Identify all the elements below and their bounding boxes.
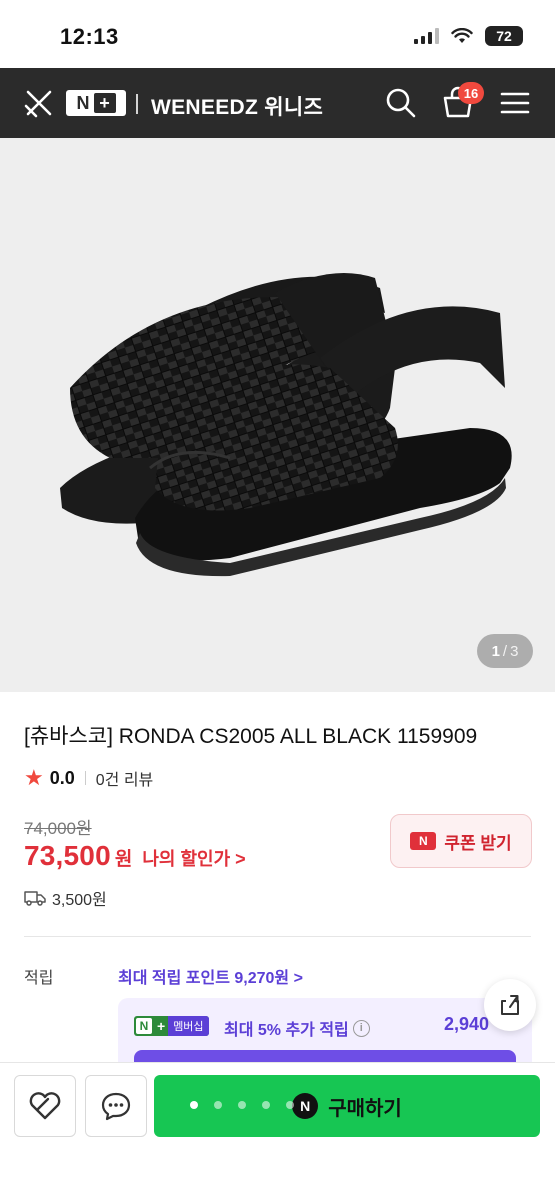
star-icon: ★ — [24, 765, 44, 790]
product-page: 12:13 72 N + WENEEDZ 위니즈 16 1 / 3 [츄바스코]… — [0, 0, 555, 1200]
image-counter-current: 1 — [491, 642, 500, 660]
naver-pay-icon: N — [292, 1093, 319, 1119]
image-counter: 1 / 3 — [477, 634, 533, 668]
buy-label: 구매하기 — [328, 1097, 402, 1120]
my-discount-link[interactable]: 나의 할인가 > — [142, 845, 245, 871]
sandal-image — [60, 273, 512, 577]
image-counter-total: 3 — [510, 642, 519, 660]
badge-plus-icon: + — [157, 1018, 166, 1034]
membership-points: 2,940 — [444, 1014, 490, 1034]
review-count: 0건 리뷰 — [95, 772, 154, 789]
truck-icon — [24, 891, 46, 906]
naver-plus-membership-badge: N + 멤버십 — [134, 1016, 209, 1036]
rating-divider — [84, 771, 86, 785]
page-indicator-dots — [190, 1101, 294, 1109]
wishlist-button[interactable] — [14, 1075, 76, 1137]
chat-icon — [101, 1092, 131, 1121]
price-currency: 원 — [114, 849, 133, 870]
menu-icon[interactable] — [500, 88, 530, 118]
original-price: 74,000원 — [24, 819, 92, 838]
product-title: [츄바스코] RONDA CS2005 ALL BLACK 1159909 — [24, 725, 478, 748]
wifi-icon — [451, 28, 473, 43]
naver-plus-logo: N + — [66, 90, 126, 116]
cart-count-badge: 16 — [458, 82, 484, 104]
rating-row[interactable]: ★ 0.0 0건 리뷰 — [24, 766, 153, 790]
section-divider — [24, 936, 531, 937]
search-icon[interactable] — [384, 86, 418, 120]
max-points-link[interactable]: 최대 적립 포인트 9,270원 > — [118, 964, 303, 988]
coupon-icon: N — [410, 832, 437, 850]
shipping-fee: 3,500원 — [52, 892, 107, 909]
sale-price: 73,500 — [24, 840, 111, 871]
signal-icon — [414, 28, 439, 44]
status-bar: 12:13 72 — [0, 0, 555, 68]
status-time: 12:13 — [60, 24, 119, 49]
membership-text: 최대 5% 추가 적립 i — [224, 1016, 370, 1040]
share-icon — [501, 995, 519, 1015]
bottom-action-bar: N 구매하기 — [0, 1062, 555, 1200]
coupon-label: 쿠폰 받기 — [444, 833, 512, 853]
plus-icon: + — [93, 93, 116, 113]
badge-n: N — [136, 1018, 152, 1034]
heart-icon — [29, 1092, 61, 1120]
points-label: 적립 — [24, 970, 54, 987]
brand-divider — [136, 94, 138, 114]
rating-value: 0.0 — [49, 767, 75, 788]
price-row: 73,500 원 나의 할인가 > — [24, 840, 246, 872]
coupon-button[interactable]: N 쿠폰 받기 — [390, 814, 532, 868]
talk-button[interactable] — [85, 1075, 147, 1137]
store-name[interactable]: WENEEDZ 위니즈 — [151, 91, 323, 121]
product-image-gallery[interactable]: 1 / 3 — [0, 138, 555, 692]
membership-text-label: 최대 5% 추가 적립 — [224, 1022, 349, 1039]
battery-icon: 72 — [485, 26, 523, 46]
shipping-row: 3,500원 — [24, 886, 107, 910]
logo-n: N — [76, 92, 90, 113]
share-button[interactable] — [484, 979, 536, 1031]
image-counter-separator: / — [502, 642, 508, 660]
badge-membership-label: 멤버십 — [168, 1016, 209, 1036]
info-icon[interactable]: i — [352, 1019, 370, 1037]
buy-button[interactable]: N 구매하기 — [154, 1075, 540, 1137]
status-icons: 72 — [414, 26, 523, 46]
close-icon[interactable] — [22, 86, 56, 120]
